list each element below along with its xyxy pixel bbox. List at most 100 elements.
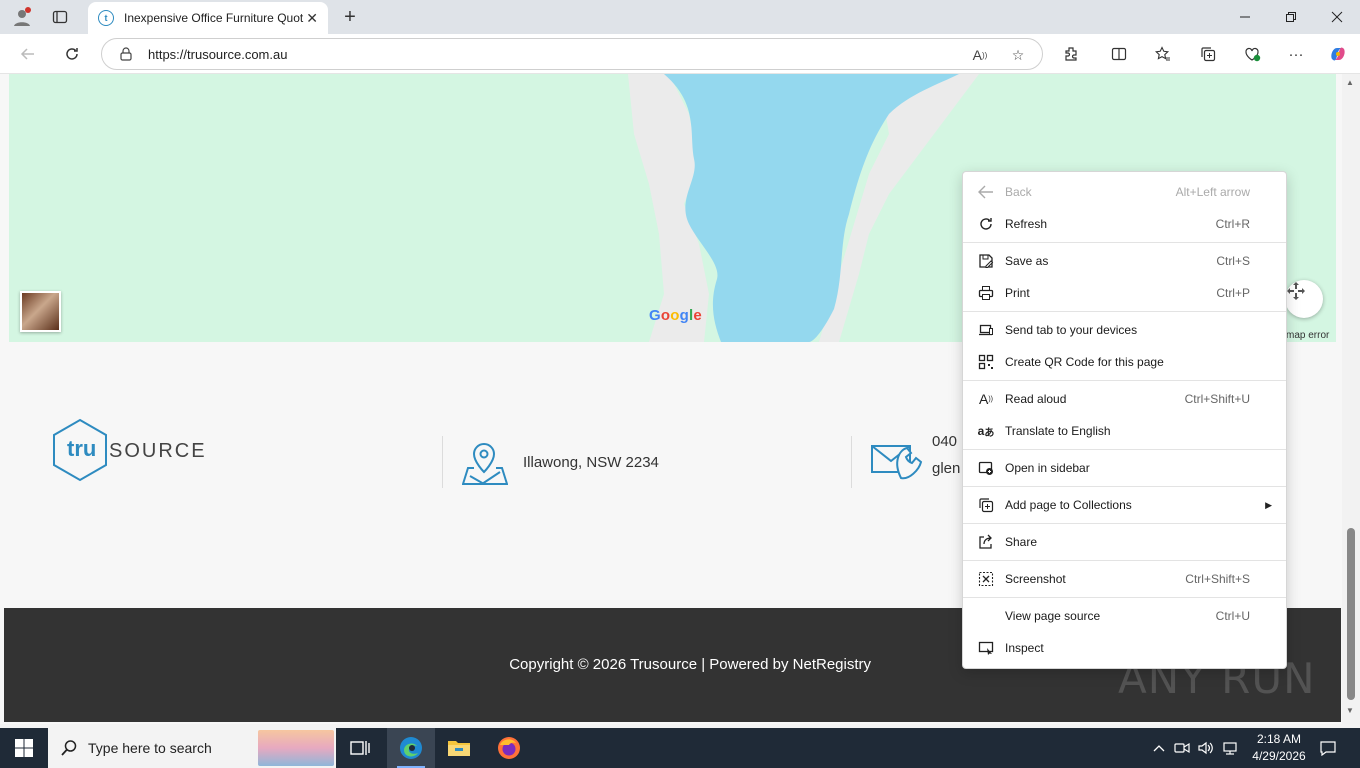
menu-separator <box>963 449 1286 450</box>
mail-phone-icon <box>871 442 923 487</box>
menu-item-read-aloud[interactable]: A)) Read aloud Ctrl+Shift+U <box>963 384 1286 414</box>
file-explorer-icon[interactable] <box>435 728 483 768</box>
network-icon[interactable] <box>1220 728 1240 768</box>
address-bar[interactable]: https://trusource.com.au A)) ☆ <box>101 38 1043 70</box>
meet-now-icon[interactable] <box>1172 728 1192 768</box>
print-icon <box>977 284 995 302</box>
context-menu: Back Alt+Left arrow Refresh Ctrl+R Save … <box>962 171 1287 669</box>
back-icon[interactable] <box>13 40 43 68</box>
scroll-up-icon[interactable]: ▲ <box>1346 78 1354 87</box>
google-logo-letter: G <box>649 307 661 324</box>
menu-item-label: Add page to Collections <box>1005 498 1132 512</box>
menu-item-shortcut: Ctrl+R <box>1215 217 1250 231</box>
menu-item-save-as[interactable]: Save as Ctrl+S <box>963 246 1286 276</box>
task-view-icon[interactable] <box>336 728 384 768</box>
more-menu-icon[interactable]: ··· <box>1282 41 1310 67</box>
restore-icon[interactable] <box>1268 0 1314 34</box>
favorites-icon[interactable] <box>1149 41 1177 67</box>
menu-item-label: Create QR Code for this page <box>1005 355 1164 369</box>
menu-item-shortcut: Ctrl+Shift+U <box>1184 392 1250 406</box>
screenshot-icon <box>977 570 995 588</box>
menu-separator <box>963 311 1286 312</box>
tab-close-icon[interactable]: ✕ <box>306 10 318 27</box>
tab-active[interactable]: t Inexpensive Office Furniture Quot ✕ <box>88 2 328 34</box>
menu-item-refresh[interactable]: Refresh Ctrl+R <box>963 209 1286 239</box>
menu-item-label: Translate to English <box>1005 424 1111 438</box>
taskbar-search-box[interactable]: Type here to search <box>48 728 336 768</box>
favorite-star-icon[interactable]: ☆ <box>1006 45 1030 65</box>
menu-item-label: Back <box>1005 185 1032 199</box>
menu-item-shortcut: Ctrl+S <box>1216 254 1250 268</box>
location-map-icon <box>461 442 509 491</box>
copilot-icon[interactable] <box>1324 41 1352 67</box>
menu-separator <box>963 523 1286 524</box>
refresh-icon[interactable] <box>57 40 87 68</box>
menu-item-screenshot[interactable]: Screenshot Ctrl+Shift+S <box>963 564 1286 594</box>
menu-item-label: Screenshot <box>1005 572 1066 586</box>
read-aloud-icon[interactable]: A)) <box>968 45 992 65</box>
menu-item-open-sidebar[interactable]: Open in sidebar <box>963 453 1286 483</box>
menu-item-shortcut: Ctrl+P <box>1216 286 1250 300</box>
menu-item-label: Send tab to your devices <box>1005 323 1138 337</box>
clock-time: 2:18 AM <box>1256 732 1302 746</box>
menu-item-add-collections[interactable]: Add page to Collections ▶ <box>963 490 1286 520</box>
browser-essentials-icon[interactable] <box>1238 41 1266 67</box>
collections-icon[interactable] <box>1194 41 1222 67</box>
tab-actions-icon[interactable] <box>46 4 74 30</box>
map-fullscreen-icon[interactable] <box>1285 280 1323 318</box>
show-hidden-icons[interactable] <box>1150 728 1168 768</box>
menu-item-back[interactable]: Back Alt+Left arrow <box>963 177 1286 207</box>
menu-item-inspect[interactable]: Inspect <box>963 633 1286 663</box>
logo-source-text: SOURCE <box>109 440 207 462</box>
trusource-logo[interactable]: tru SOURCE <box>53 418 213 484</box>
menu-item-label: Read aloud <box>1005 392 1067 406</box>
extensions-icon[interactable] <box>1057 41 1085 67</box>
menu-separator <box>963 597 1286 598</box>
save-as-icon <box>977 252 995 270</box>
search-icon <box>61 740 77 756</box>
taskbar-clock[interactable]: 2:18 AM 4/29/2026 <box>1244 731 1314 765</box>
firefox-icon[interactable] <box>485 728 533 768</box>
volume-icon[interactable] <box>1196 728 1216 768</box>
windows-taskbar: Type here to search 2:18 AM 4/29/2026 <box>0 728 1360 768</box>
menu-item-qr-code[interactable]: Create QR Code for this page <box>963 347 1286 377</box>
logo-tru-text: tru <box>67 436 97 461</box>
menu-item-translate[interactable]: aあ Translate to English <box>963 416 1286 446</box>
menu-separator <box>963 380 1286 381</box>
menu-item-label: Refresh <box>1005 217 1048 231</box>
sidebar-icon <box>977 459 995 477</box>
profile-icon[interactable] <box>8 4 36 30</box>
contact-phone-text[interactable]: 040 <box>932 433 957 450</box>
menu-item-send-tab[interactable]: Send tab to your devices <box>963 315 1286 345</box>
scroll-down-icon[interactable]: ▼ <box>1346 706 1354 715</box>
menu-item-print[interactable]: Print Ctrl+P <box>963 278 1286 308</box>
scrollbar-thumb[interactable] <box>1347 528 1355 700</box>
close-window-icon[interactable] <box>1314 0 1360 34</box>
copyright-span: Copyright © 2026 Trusource | Powered by … <box>509 656 871 673</box>
menu-item-view-source[interactable]: View page source Ctrl+U <box>963 601 1286 631</box>
new-tab-icon[interactable]: + <box>338 4 362 30</box>
contact-email-text[interactable]: glen <box>932 460 960 477</box>
refresh-icon <box>977 215 995 233</box>
minimize-icon[interactable] <box>1222 0 1268 34</box>
map-error-link[interactable]: map error <box>1286 330 1329 341</box>
google-logo-letter: o <box>670 307 680 324</box>
notification-icon[interactable] <box>1316 728 1340 768</box>
site-favicon-icon: t <box>98 10 114 26</box>
send-tab-icon <box>977 321 995 339</box>
menu-item-share[interactable]: Share <box>963 527 1286 557</box>
menu-separator <box>963 486 1286 487</box>
split-screen-icon[interactable] <box>1105 41 1133 67</box>
page-scrollbar[interactable]: ▲ ▼ <box>1342 74 1360 724</box>
menu-item-label: Save as <box>1005 254 1049 268</box>
windows-start-icon[interactable] <box>0 728 48 768</box>
google-logo-letter: e <box>693 307 702 324</box>
menu-item-label: View page source <box>1005 609 1101 623</box>
tab-title: Inexpensive Office Furniture Quot <box>124 11 304 25</box>
lock-icon[interactable] <box>118 46 134 62</box>
street-view-thumbnail[interactable] <box>20 291 61 332</box>
edge-taskbar-icon[interactable] <box>387 728 435 768</box>
address-url: https://trusource.com.au <box>148 46 288 62</box>
read-aloud-icon: A)) <box>978 391 993 407</box>
back-arrow-icon <box>977 183 995 201</box>
